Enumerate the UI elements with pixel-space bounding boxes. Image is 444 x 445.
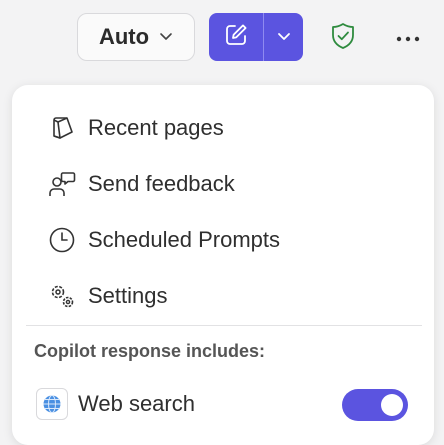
- menu-item-settings[interactable]: Settings: [12, 268, 434, 324]
- menu-divider: [26, 325, 422, 326]
- new-chat-options-button[interactable]: [264, 13, 303, 61]
- clock-icon: [48, 226, 76, 254]
- protection-button[interactable]: [326, 21, 360, 55]
- menu-item-label: Scheduled Prompts: [88, 227, 280, 252]
- menu-item-recent-pages[interactable]: Recent pages: [12, 100, 434, 156]
- menu-item-send-feedback[interactable]: Send feedback: [12, 156, 434, 212]
- menu-item-label: Send feedback: [88, 171, 235, 196]
- new-chat-button[interactable]: [209, 13, 263, 61]
- ellipsis-icon: [396, 29, 420, 47]
- web-search-row: Web search: [12, 381, 434, 431]
- new-chat-split-button: [209, 13, 303, 61]
- chevron-down-icon: [276, 28, 292, 46]
- compose-icon: [223, 22, 249, 53]
- mode-dropdown[interactable]: Auto: [77, 13, 195, 61]
- more-options-button[interactable]: [390, 22, 426, 54]
- book-icon: [48, 114, 76, 142]
- gear-icon: [48, 282, 76, 310]
- web-search-label: Web search: [78, 391, 195, 416]
- shield-check-icon: [330, 22, 356, 55]
- toolbar: Auto: [0, 0, 444, 80]
- section-heading: Copilot response includes:: [34, 341, 266, 361]
- globe-icon: [36, 388, 68, 420]
- toggle-knob: [381, 394, 403, 416]
- menu-item-label: Settings: [88, 283, 168, 308]
- web-search-toggle[interactable]: [342, 389, 408, 421]
- menu-item-scheduled-prompts[interactable]: Scheduled Prompts: [12, 212, 434, 268]
- menu-item-label: Recent pages: [88, 115, 224, 140]
- chevron-down-icon: [159, 28, 173, 46]
- options-menu: Recent pages Send feedback Scheduled Pro…: [12, 85, 434, 445]
- mode-label: Auto: [98, 24, 150, 49]
- feedback-icon: [48, 170, 76, 198]
